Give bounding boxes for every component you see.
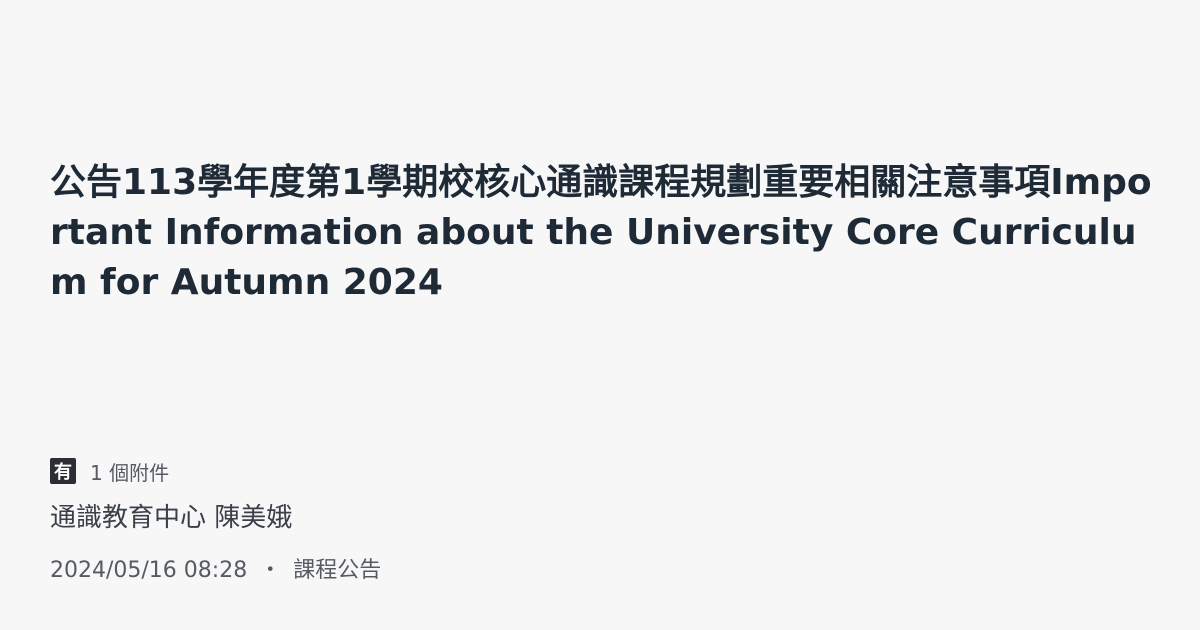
meta-separator: ・ [259,558,282,583]
attachments-count-label: 1 個附件 [90,460,170,485]
attachment-badge-icon: 有 [50,458,76,484]
announcement-title: 公告113學年度第1學期校核心通識課程規劃重要相關注意事項Important I… [50,162,1152,303]
post-category: 課程公告 [293,558,382,583]
post-meta: 2024/05/16 08:28 ・ 課程公告 [50,556,381,586]
post-date: 2024/05/16 08:28 [50,558,248,583]
attachments-info: 有 1 個附件 [50,457,169,485]
author-name: 通識教育中心 陳美娥 [50,503,293,533]
